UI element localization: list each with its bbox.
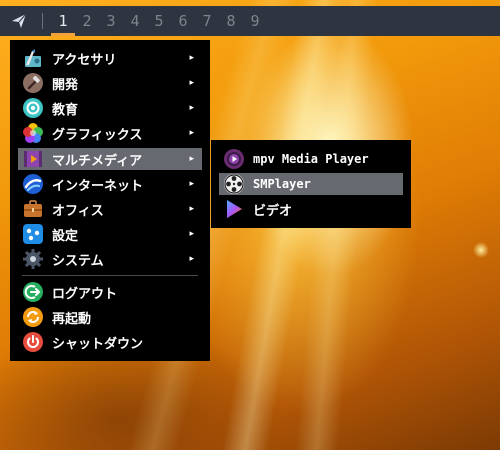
internet-icon (23, 174, 43, 194)
submenu-arrow-icon: ▸ (189, 128, 194, 138)
workspace-3[interactable]: 3 (99, 6, 123, 36)
submenu-item-label: ビデオ (253, 203, 293, 219)
logout-icon (23, 282, 43, 302)
app-menu-launcher[interactable] (0, 6, 38, 36)
menu-item-label: 設定 (52, 228, 79, 244)
menu-item-logout[interactable]: ログアウト (18, 281, 202, 303)
gear-icon (23, 249, 43, 269)
menu-item-label: グラフィックス (52, 127, 143, 143)
menu-item-accessories[interactable]: アクセサリ ▸ (18, 47, 202, 69)
workspace-6[interactable]: 6 (171, 6, 195, 36)
workspace-9[interactable]: 9 (243, 6, 267, 36)
menu-item-label: 再起動 (52, 311, 92, 327)
multimedia-submenu: mpv Media Player SMPlayer ビデオ (211, 140, 411, 228)
menu-item-label: ログアウト (52, 286, 118, 302)
send-arrow-icon (12, 13, 27, 28)
workspace-1[interactable]: 1 (51, 6, 75, 36)
menu-item-shutdown[interactable]: シャットダウン (18, 331, 202, 353)
workspace-4[interactable]: 4 (123, 6, 147, 36)
menu-item-settings[interactable]: 設定 ▸ (18, 223, 202, 245)
video-icon (227, 200, 242, 218)
menu-item-education[interactable]: 教育 ▸ (18, 97, 202, 119)
submenu-arrow-icon: ▸ (189, 53, 194, 63)
menu-item-label: アクセサリ (52, 52, 117, 68)
menu-divider (22, 275, 198, 276)
menu-item-label: 開発 (52, 77, 79, 93)
menu-item-label: システム (52, 253, 104, 269)
workspace-2[interactable]: 2 (75, 6, 99, 36)
menu-item-label: マルチメディア (52, 153, 143, 169)
settings-icon (23, 224, 43, 244)
menu-item-office[interactable]: オフィス ▸ (18, 198, 202, 220)
menu-item-internet[interactable]: インターネット ▸ (18, 173, 202, 195)
submenu-item-label: mpv Media Player (253, 152, 369, 166)
panel-separator (42, 13, 43, 29)
menu-item-multimedia[interactable]: マルチメディア ▸ (18, 148, 202, 170)
submenu-item-label: SMPlayer (253, 177, 311, 191)
graphics-icon (23, 123, 43, 143)
top-panel: 1 2 3 4 5 6 7 8 9 (0, 6, 500, 36)
submenu-arrow-icon: ▸ (189, 204, 194, 214)
multimedia-icon (24, 151, 42, 167)
briefcase-icon (24, 200, 42, 217)
application-menu: アクセサリ ▸ 開発 ▸ 教育 ▸ グラフィックス ▸ マルチメディア ▸ イン… (10, 40, 210, 361)
submenu-arrow-icon: ▸ (189, 154, 194, 164)
hammer-icon (23, 73, 43, 93)
menu-item-label: オフィス (52, 203, 104, 219)
workspace-5[interactable]: 5 (147, 6, 171, 36)
education-icon (23, 98, 43, 118)
accessories-icon (25, 49, 41, 67)
submenu-arrow-icon: ▸ (189, 254, 194, 264)
submenu-item-video[interactable]: ビデオ (219, 198, 403, 220)
submenu-arrow-icon: ▸ (189, 229, 194, 239)
menu-item-label: インターネット (52, 178, 144, 194)
menu-item-graphics[interactable]: グラフィックス ▸ (18, 122, 202, 144)
submenu-arrow-icon: ▸ (189, 179, 194, 189)
submenu-item-smplayer[interactable]: SMPlayer (219, 173, 403, 195)
workspace-7[interactable]: 7 (195, 6, 219, 36)
menu-item-label: 教育 (52, 102, 79, 118)
submenu-arrow-icon: ▸ (189, 78, 194, 88)
menu-item-label: シャットダウン (52, 336, 144, 352)
workspace-8[interactable]: 8 (219, 6, 243, 36)
restart-icon (23, 307, 43, 327)
power-icon (23, 332, 43, 352)
menu-item-system[interactable]: システム ▸ (18, 248, 202, 270)
menu-item-development[interactable]: 開発 ▸ (18, 72, 202, 94)
submenu-item-mpv[interactable]: mpv Media Player (219, 148, 403, 170)
smplayer-icon (224, 174, 244, 194)
menu-item-restart[interactable]: 再起動 (18, 306, 202, 328)
submenu-arrow-icon: ▸ (189, 103, 194, 113)
mpv-icon (224, 149, 244, 169)
